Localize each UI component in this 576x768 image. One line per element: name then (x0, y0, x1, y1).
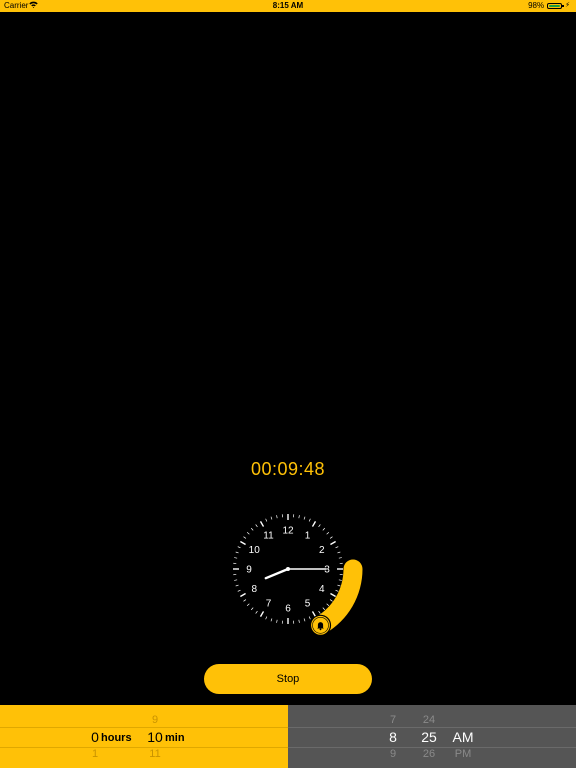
clock-tick (243, 536, 247, 539)
clock-tick (338, 557, 342, 559)
clock-tick (337, 551, 341, 554)
clock-tick (326, 603, 330, 607)
clock-tick (311, 611, 317, 617)
alarm-handle[interactable] (309, 614, 332, 636)
clock-tick (255, 524, 258, 528)
clock-number: 6 (285, 604, 291, 615)
clock-tick (235, 584, 239, 587)
minutes-unit-label: min (165, 732, 185, 744)
clock-tick (322, 527, 326, 531)
clock-tick (265, 616, 268, 620)
clock-tick (237, 589, 241, 592)
clock-center (286, 567, 290, 571)
clock-number: 1 (305, 531, 311, 542)
clock-tick (311, 521, 317, 527)
clock-tick (308, 616, 311, 620)
clock-tick (303, 618, 306, 622)
time-hour-below[interactable]: 9 (378, 748, 408, 760)
clock-tick (322, 607, 326, 611)
time-minute-above[interactable]: 24 (414, 714, 444, 726)
clock-tick (303, 516, 306, 520)
clock-tick (318, 524, 321, 528)
clock-tick (330, 540, 336, 546)
clock-tick (240, 592, 246, 598)
time-minute-below[interactable]: 26 (414, 748, 444, 760)
clock-number: 3 (324, 565, 330, 576)
clock-tick (318, 610, 321, 614)
clock-tick (326, 531, 330, 535)
clock-tick (250, 607, 254, 611)
clock-number: 8 (251, 584, 257, 595)
duration-picker[interactable]: 0 hours 1 9 10 min 11 (0, 705, 288, 768)
status-time: 8:15 AM (272, 1, 304, 10)
clock-tick (276, 619, 278, 623)
clock-tick (265, 518, 268, 522)
clock-tick (308, 518, 311, 522)
clock-tick (235, 551, 239, 554)
clock-number: 11 (263, 531, 274, 542)
clock-tick (240, 540, 246, 546)
clock-number: 7 (266, 598, 272, 609)
clock-tick (298, 619, 300, 623)
clock-tick (337, 584, 341, 587)
battery-indicator: 98% ⚡ (528, 0, 570, 12)
hours-unit-label: hours (101, 732, 132, 744)
clock-tick (338, 579, 342, 581)
time-picker[interactable]: 7 8 9 24 25 26 AM PM (288, 705, 576, 768)
clock-tick (234, 579, 238, 581)
hours-below[interactable]: 1 (70, 748, 120, 760)
clock-number: 10 (249, 545, 261, 556)
time-hour-selected[interactable]: 8 (378, 729, 408, 745)
clock-number: 2 (319, 545, 325, 556)
clock-tick (329, 536, 333, 539)
hour-hand (264, 567, 290, 580)
clock-tick (259, 611, 265, 617)
clock-tick (329, 599, 333, 602)
clock-tick (246, 603, 250, 607)
minutes-above[interactable]: 9 (130, 714, 180, 726)
minutes-below[interactable]: 11 (130, 748, 180, 760)
clock-tick (276, 515, 278, 519)
clock-tick (270, 618, 273, 622)
clock-tick (246, 531, 250, 535)
clock-tick (243, 599, 247, 602)
time-period-below[interactable]: PM (448, 748, 478, 760)
clock-tick (237, 546, 241, 549)
clock-number: 12 (282, 526, 294, 537)
clock-tick (234, 557, 238, 559)
clock-dial: 12 1 2 3 4 5 6 7 8 9 10 11 (228, 510, 378, 650)
clock-tick (255, 610, 258, 614)
time-hour-above[interactable]: 7 (378, 714, 408, 726)
countdown-display: 00:09:48 (250, 459, 326, 479)
status-bar: Carrier 8:15 AM 98% ⚡ (0, 0, 576, 12)
clock-tick (259, 521, 265, 527)
clock-number: 9 (246, 565, 252, 576)
clock-tick (298, 515, 300, 519)
clock-tick (335, 589, 339, 592)
stop-button[interactable]: Stop (204, 664, 372, 694)
clock-number: 5 (305, 598, 311, 609)
clock-tick (270, 516, 273, 520)
clock-tick (330, 592, 336, 598)
clock-number: 4 (319, 584, 325, 595)
time-minute-selected[interactable]: 25 (414, 729, 444, 745)
battery-percent: 98% (528, 1, 545, 10)
battery-icon (547, 3, 565, 9)
charging-bolt-icon: ⚡ (565, 2, 570, 9)
clock-tick (250, 527, 254, 531)
clock-tick (335, 546, 339, 549)
time-period-selected[interactable]: AM (448, 729, 478, 745)
